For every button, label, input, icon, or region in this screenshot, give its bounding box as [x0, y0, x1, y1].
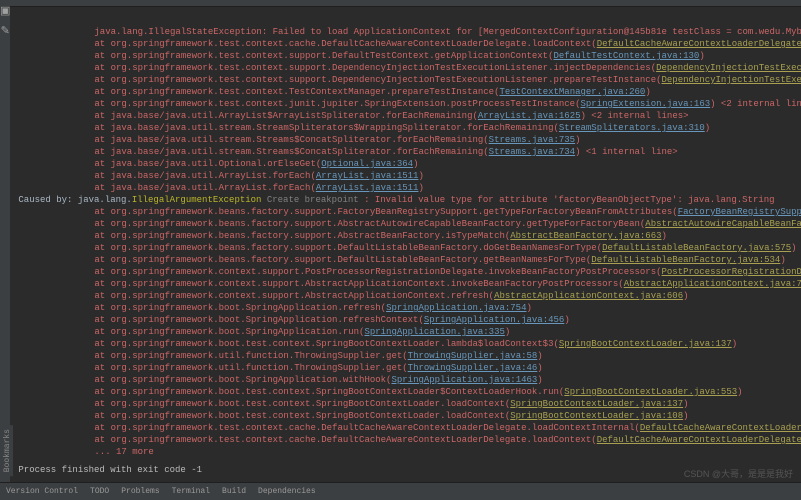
stack-frame: at java.base/java.util.stream.Streams$Co… — [14, 134, 801, 146]
stack-frame: at org.springframework.boot.SpringApplic… — [14, 374, 801, 386]
caused-by-line: Caused by: java.lang.IllegalArgumentExce… — [14, 194, 801, 206]
source-link[interactable]: SpringApplication.java:1463 — [391, 375, 537, 385]
stack-frame: at org.springframework.test.context.supp… — [14, 74, 801, 86]
source-link[interactable]: PostProcessorRegistrationDelegate.java:1… — [662, 267, 801, 277]
status-item[interactable]: Problems — [121, 487, 159, 496]
source-link[interactable]: SpringBootContextLoader.java:553 — [564, 387, 737, 397]
stack-frame: at org.springframework.beans.factory.sup… — [14, 254, 801, 266]
stack-frame: at java.base/java.util.ArrayList.forEach… — [14, 170, 801, 182]
source-link[interactable]: StreamSpliterators.java:310 — [559, 123, 705, 133]
source-link[interactable]: DefaultListableBeanFactory.java:534 — [591, 255, 780, 265]
stack-frame: at org.springframework.boot.test.context… — [14, 386, 801, 398]
stack-frame: at org.springframework.test.context.Test… — [14, 86, 801, 98]
source-link[interactable]: SpringApplication.java:754 — [386, 303, 526, 313]
stack-frame: at org.springframework.test.context.cach… — [14, 38, 801, 50]
source-link[interactable]: ArrayList.java:1511 — [316, 183, 419, 193]
source-link[interactable]: DependencyInjectionTestExecutionListener… — [656, 63, 801, 73]
source-link[interactable]: DefaultCacheAwareContextLoaderDelegate.j… — [597, 435, 801, 445]
stack-frame: at org.springframework.beans.factory.sup… — [14, 230, 801, 242]
source-link[interactable]: AbstractApplicationContext.java:606 — [494, 291, 683, 301]
console-output[interactable]: java.lang.IllegalStateException: Failed … — [10, 24, 801, 500]
source-link[interactable]: Streams.java:734 — [489, 147, 575, 157]
create-breakpoint-link[interactable]: Create breakpoint — [261, 195, 364, 205]
stack-frame: at org.springframework.boot.test.context… — [14, 398, 801, 410]
stack-frame: at java.base/java.util.stream.StreamSpli… — [14, 122, 801, 134]
stack-frame: at org.springframework.boot.test.context… — [14, 338, 801, 350]
stack-frame: at org.springframework.boot.SpringApplic… — [14, 302, 801, 314]
status-bar[interactable]: Version Control TODO Problems Terminal B… — [0, 482, 801, 500]
source-link[interactable]: AbstractApplicationContext.java:788 — [624, 279, 801, 289]
source-link[interactable]: SpringApplication.java:456 — [424, 315, 564, 325]
status-item[interactable]: Build — [222, 487, 246, 496]
stack-frame: at org.springframework.test.context.cach… — [14, 422, 801, 434]
stack-frame: at java.base/java.util.Optional.orElseGe… — [14, 158, 801, 170]
stack-frame: at org.springframework.boot.test.context… — [14, 410, 801, 422]
stack-frame: at org.springframework.test.context.supp… — [14, 62, 801, 74]
stack-frame: ... 17 more — [14, 446, 801, 458]
stack-frame: at java.base/java.util.ArrayList.forEach… — [14, 182, 801, 194]
stack-frame: at org.springframework.test.context.cach… — [14, 434, 801, 446]
source-link[interactable]: DefaultTestContext.java:130 — [553, 51, 699, 61]
source-link[interactable]: FactoryBeanRegistrySupport.java:86 — [678, 207, 801, 217]
source-link[interactable]: ArrayList.java:1625 — [478, 111, 581, 121]
exception-class[interactable]: IllegalArgumentException — [132, 195, 262, 205]
source-link[interactable]: AbstractBeanFactory.java:663 — [510, 231, 661, 241]
status-version-control[interactable]: Version Control — [6, 487, 78, 496]
stack-frame: at java.base/java.util.stream.Streams$Co… — [14, 146, 801, 158]
source-link[interactable]: TestContextManager.java:260 — [499, 87, 645, 97]
source-link[interactable]: ThrowingSupplier.java:58 — [408, 351, 538, 361]
tool-icon-edit[interactable]: ✎ — [1, 24, 10, 38]
stack-frame: at org.springframework.util.function.Thr… — [14, 362, 801, 374]
status-item[interactable]: TODO — [90, 487, 109, 496]
stack-frame: at org.springframework.util.function.Thr… — [14, 350, 801, 362]
source-link[interactable]: SpringApplication.java:335 — [364, 327, 504, 337]
source-link[interactable]: Optional.java:364 — [321, 159, 413, 169]
side-tab-bookmarks[interactable]: Bookmarks — [2, 425, 13, 476]
stack-frame: at org.springframework.beans.factory.sup… — [14, 206, 801, 218]
source-link[interactable]: Streams.java:735 — [489, 135, 575, 145]
stack-frame: at org.springframework.test.context.juni… — [14, 98, 801, 110]
source-link[interactable]: SpringExtension.java:163 — [581, 99, 711, 109]
source-link[interactable]: ThrowingSupplier.java:46 — [408, 363, 538, 373]
source-link[interactable]: AbstractAutowireCapableBeanFactory.java:… — [645, 219, 801, 229]
watermark: CSDN @大哥，是是是我好 — [684, 467, 793, 480]
source-link[interactable]: SpringBootContextLoader.java:137 — [559, 339, 732, 349]
source-link[interactable]: DefaultCacheAwareContextLoaderDelegate.j… — [597, 39, 801, 49]
source-link[interactable]: SpringBootContextLoader.java:137 — [510, 399, 683, 409]
stack-frame: at java.base/java.util.ArrayList$ArrayLi… — [14, 110, 801, 122]
source-link[interactable]: DependencyInjectionTestExecutionListener… — [662, 75, 801, 85]
status-item[interactable]: Terminal — [172, 487, 210, 496]
source-link[interactable]: DefaultCacheAwareContextLoaderDelegate.j… — [640, 423, 801, 433]
stack-frame: at org.springframework.boot.SpringApplic… — [14, 314, 801, 326]
stack-frame: at org.springframework.boot.SpringApplic… — [14, 326, 801, 338]
source-link[interactable]: DefaultListableBeanFactory.java:575 — [602, 243, 791, 253]
stack-frame: at org.springframework.context.support.P… — [14, 266, 801, 278]
tool-icon-structure[interactable]: ▣ — [0, 4, 10, 18]
source-link[interactable]: ArrayList.java:1511 — [316, 171, 419, 181]
status-item[interactable]: Dependencies — [258, 487, 316, 496]
stack-frame: at org.springframework.test.context.supp… — [14, 50, 801, 62]
stack-frame: at org.springframework.beans.factory.sup… — [14, 242, 801, 254]
source-link[interactable]: SpringBootContextLoader.java:108 — [510, 411, 683, 421]
stack-frame: at org.springframework.context.support.A… — [14, 278, 801, 290]
exception-header: java.lang.IllegalStateException: Failed … — [14, 26, 801, 38]
stack-frame: at org.springframework.beans.factory.sup… — [14, 218, 801, 230]
run-tool-header[interactable] — [10, 6, 801, 24]
stack-frame: at org.springframework.context.support.A… — [14, 290, 801, 302]
